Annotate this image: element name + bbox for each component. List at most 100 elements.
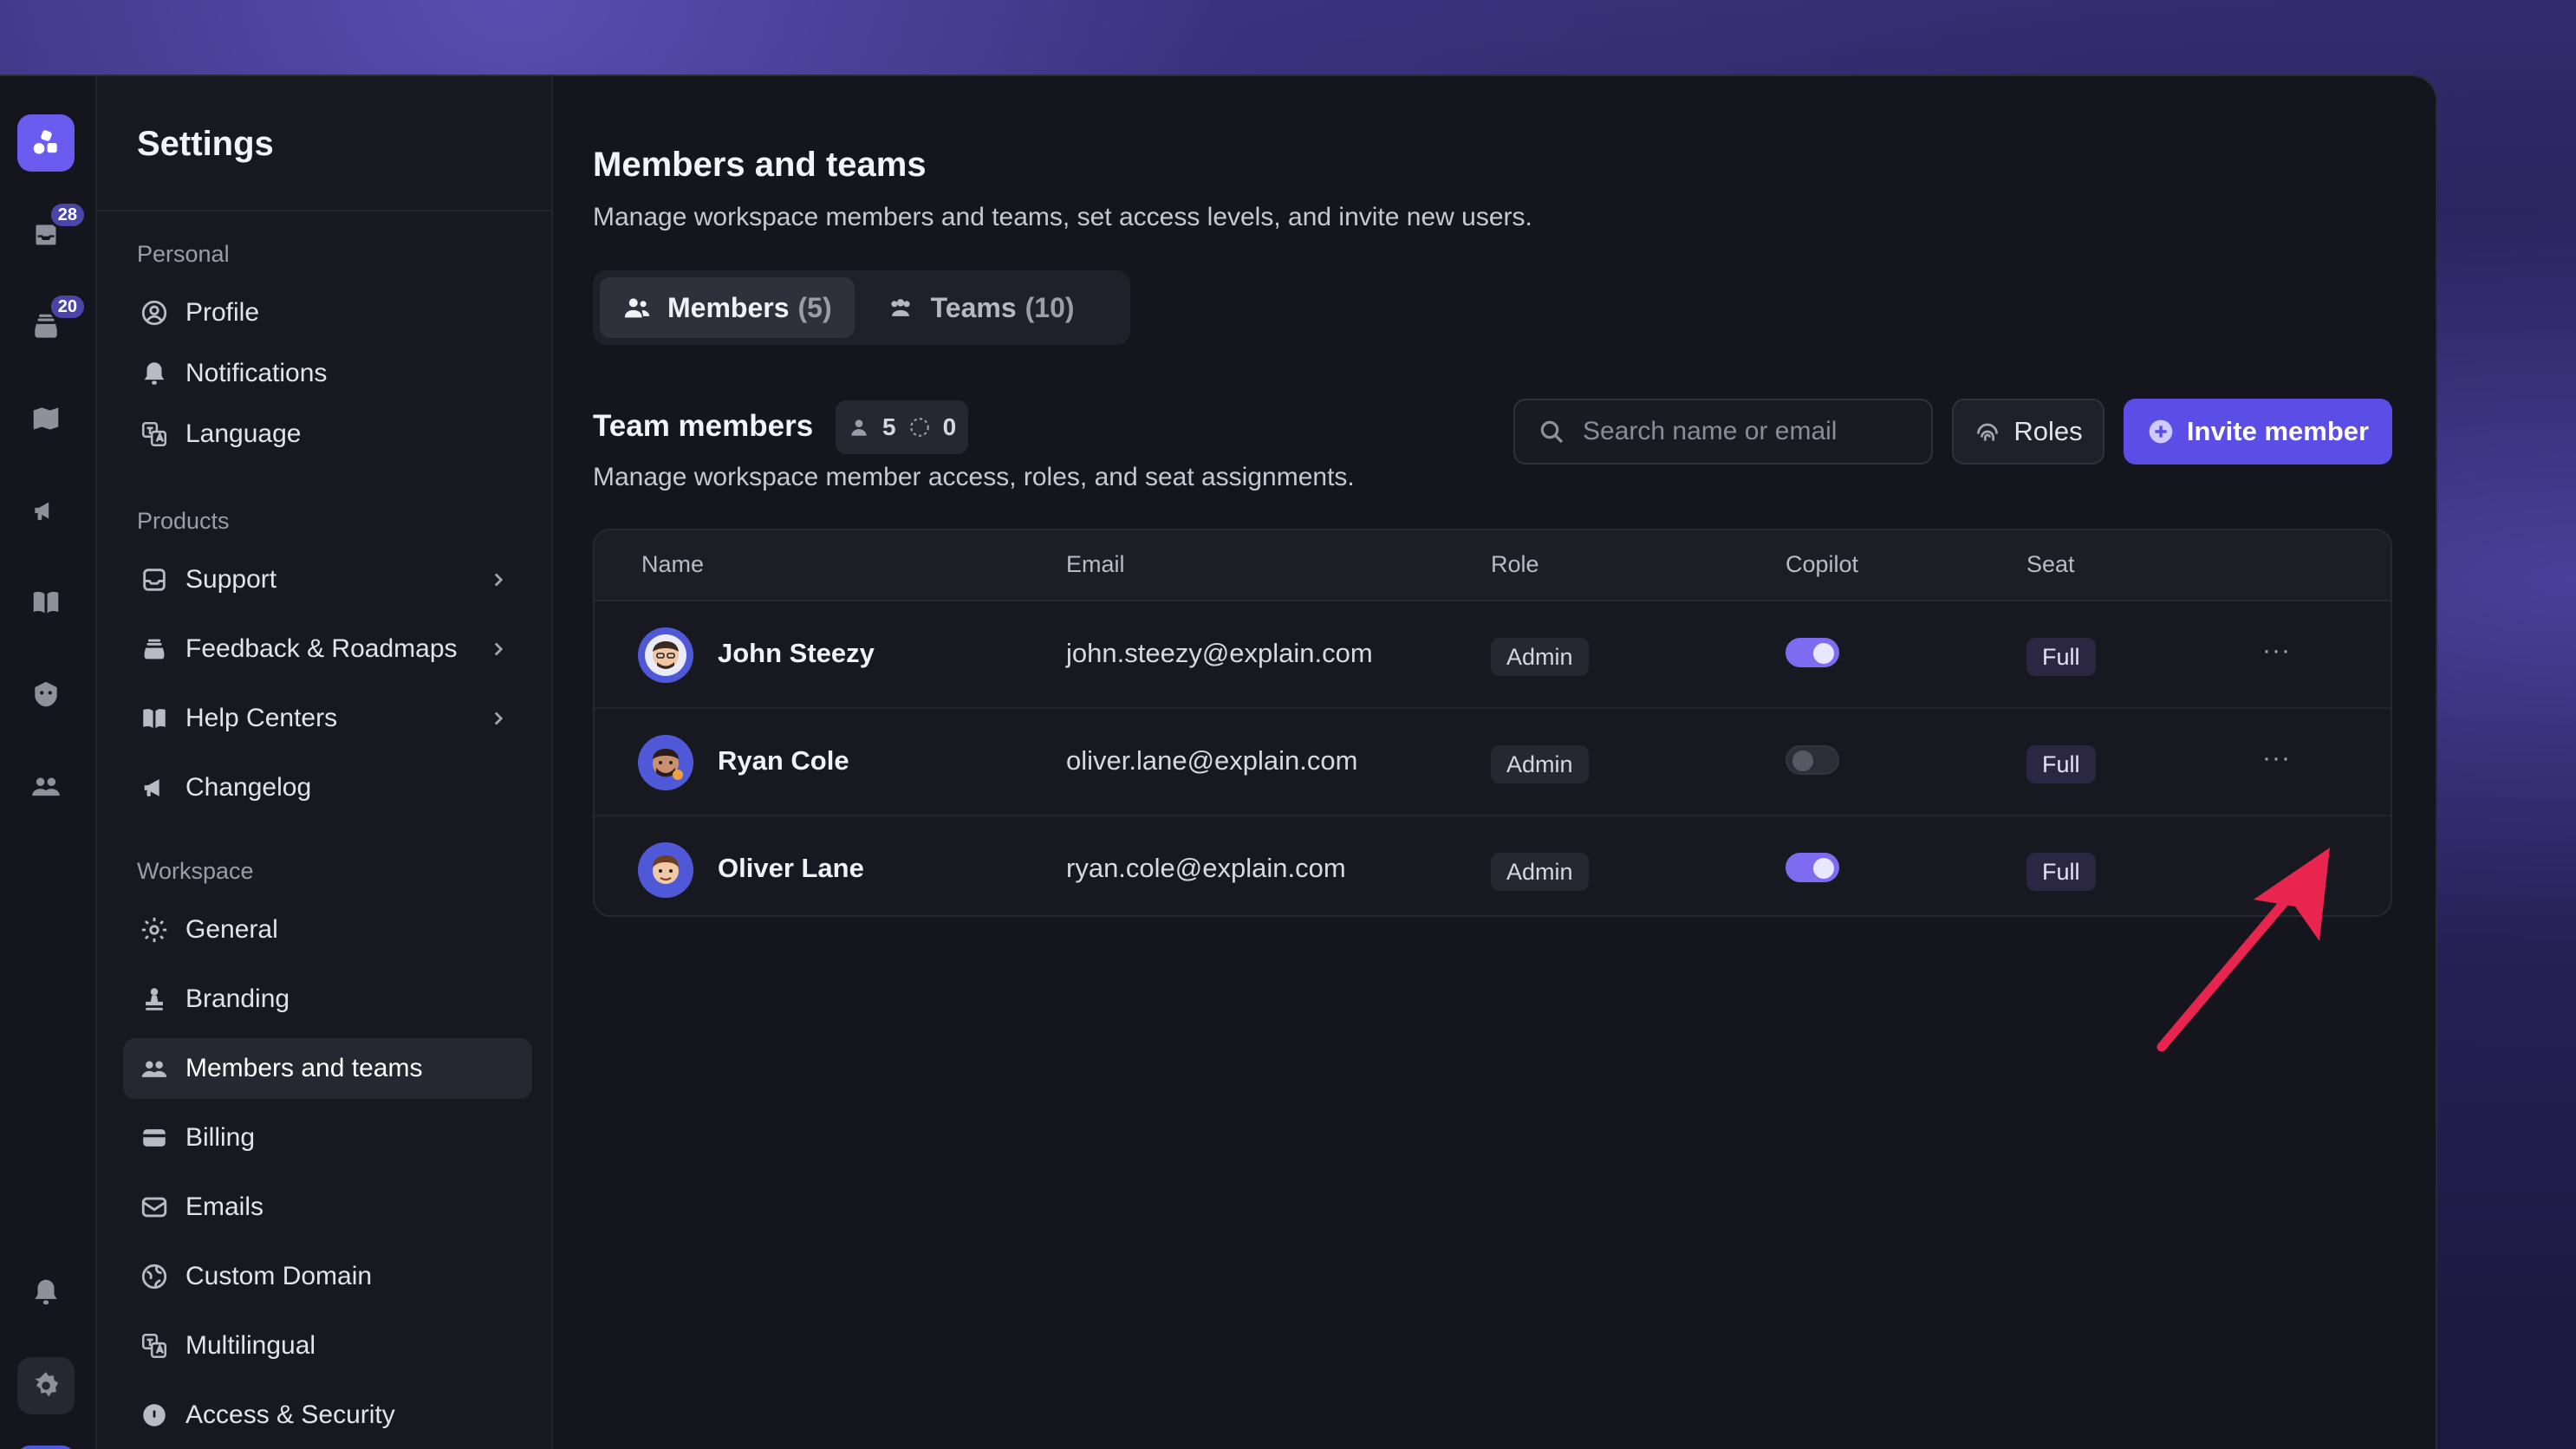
annotation-arrow-icon (2156, 848, 2330, 1052)
seat-badge[interactable]: Full (2026, 638, 2096, 676)
chevron-right-icon (494, 712, 504, 725)
credit-card-icon (139, 1122, 170, 1153)
bell-icon (35, 1279, 57, 1305)
copilot-toggle[interactable] (1786, 638, 1839, 667)
rail-notifications[interactable] (17, 1264, 75, 1321)
sidebar-item-general[interactable]: General (123, 900, 532, 960)
member-email: ryan.cole@explain.com (1066, 853, 1346, 883)
invite-member-button[interactable]: Invite member (2124, 399, 2392, 465)
mail-icon (139, 1192, 170, 1223)
avatar (638, 627, 693, 683)
member-stats: 5 0 (836, 400, 969, 454)
sidebar-item-label: Support (185, 565, 277, 594)
page-subtitle: Manage workspace members and teams, set … (593, 203, 1532, 231)
more-options-icon[interactable]: ··· (2262, 636, 2297, 665)
sidebar-item-multilingual[interactable]: Multilingual (123, 1316, 532, 1376)
sidebar-item-members-teams[interactable]: Members and teams (123, 1038, 532, 1099)
bell-icon (139, 358, 170, 389)
search-icon (1540, 420, 1564, 444)
sidebar-item-changelog[interactable]: Changelog (123, 757, 532, 818)
header-role[interactable]: Role (1491, 551, 1539, 578)
team-icon (890, 299, 910, 316)
fingerprint-icon (1977, 423, 1999, 441)
sidebar-item-profile[interactable]: Profile (123, 283, 532, 343)
table-row[interactable]: John Steezy john.steezy@explain.com Admi… (595, 601, 2391, 709)
section-workspace: Workspace (137, 858, 254, 884)
map-icon (33, 407, 59, 430)
user-circle-icon (139, 297, 170, 328)
section-products: Products (137, 508, 230, 534)
copilot-toggle[interactable] (1786, 745, 1839, 775)
table-row[interactable]: Ryan Cole oliver.lane@explain.com Admin … (595, 709, 2391, 816)
gear-icon (35, 1372, 59, 1397)
inbox-icon (139, 564, 170, 595)
search-box (1513, 399, 1933, 465)
header-email[interactable]: Email (1066, 551, 1125, 578)
roles-button[interactable]: Roles (1952, 399, 2104, 465)
rail-roadmap[interactable] (17, 390, 75, 447)
rail-tickets[interactable]: 20 (17, 293, 87, 355)
table-row[interactable]: Oliver Lane ryan.cole@explain.com Admin … (595, 816, 2391, 915)
user-avatar[interactable] (17, 1446, 75, 1449)
rail-help[interactable] (17, 574, 75, 631)
seat-badge[interactable]: Full (2026, 745, 2096, 783)
rail-bot[interactable] (17, 666, 75, 723)
tab-teams[interactable]: Teams (10) (863, 277, 1097, 338)
sidebar-item-label: Help Centers (185, 704, 338, 732)
sidebar-item-label: Branding (185, 984, 290, 1013)
invite-label: Invite member (2186, 416, 2370, 446)
avatar (638, 735, 693, 790)
sidebar-item-custom-domain[interactable]: Custom Domain (123, 1246, 532, 1307)
plus-circle-icon (2149, 419, 2173, 444)
sidebar-item-language[interactable]: Language (123, 404, 532, 465)
sidebar-item-help-centers[interactable]: Help Centers (123, 688, 532, 749)
rail-users[interactable] (17, 757, 75, 815)
team-members-title: Team members (593, 409, 814, 443)
sidebar-item-feedback[interactable]: Feedback & Roadmaps (123, 619, 532, 679)
tab-members[interactable]: Members (5) (600, 277, 855, 338)
sidebar-item-label: Access & Security (185, 1400, 395, 1429)
header-copilot[interactable]: Copilot (1786, 551, 1858, 578)
header-seat[interactable]: Seat (2026, 551, 2075, 578)
users-icon (139, 1053, 170, 1084)
sidebar-divider (97, 210, 551, 211)
sidebar-item-emails[interactable]: Emails (123, 1177, 532, 1238)
sidebar-item-label: Notifications (185, 359, 328, 387)
sidebar-item-branding[interactable]: Branding (123, 969, 532, 1030)
more-options-icon[interactable]: ··· (2262, 744, 2297, 772)
sidebar-item-support[interactable]: Support (123, 549, 532, 610)
rail-changelog[interactable] (17, 482, 75, 539)
role-badge[interactable]: Admin (1491, 745, 1589, 783)
gear-icon (139, 914, 170, 945)
tab-members-count: (5) (797, 291, 832, 323)
pending-count: 0 (942, 413, 957, 440)
sidebar-item-label: General (185, 915, 278, 944)
sidebar-item-notifications[interactable]: Notifications (123, 343, 532, 404)
sidebar-item-label: Language (185, 419, 302, 448)
sidebar-item-access-security[interactable]: Access & Security (123, 1385, 532, 1446)
sidebar-title: Settings (137, 125, 274, 163)
sidebar-item-label: Multilingual (185, 1331, 316, 1360)
header-name[interactable]: Name (641, 551, 704, 578)
app-logo-icon[interactable] (17, 114, 75, 172)
copilot-toggle[interactable] (1786, 853, 1839, 882)
sidebar-item-billing[interactable]: Billing (123, 1108, 532, 1168)
rail-inbox[interactable]: 28 (17, 201, 87, 263)
search-input[interactable] (1583, 417, 1912, 446)
sidebar-item-label: Profile (185, 298, 260, 327)
megaphone-icon (139, 772, 170, 803)
translate-icon (139, 1330, 170, 1361)
avatar (638, 842, 693, 898)
inbox-badge: 28 (48, 201, 87, 229)
bot-icon (35, 681, 57, 707)
book-icon (33, 591, 59, 614)
globe-icon (139, 1261, 170, 1292)
member-name: Oliver Lane (718, 853, 864, 883)
seat-badge[interactable]: Full (2026, 853, 2096, 891)
rail-settings[interactable] (17, 1357, 75, 1414)
app-rail: 28 20 (0, 76, 95, 1449)
role-badge[interactable]: Admin (1491, 638, 1589, 676)
tab-members-label: Members (667, 291, 790, 323)
app-window: 28 20 Settings Personal Profile Notifica… (0, 75, 2437, 1449)
role-badge[interactable]: Admin (1491, 853, 1589, 891)
